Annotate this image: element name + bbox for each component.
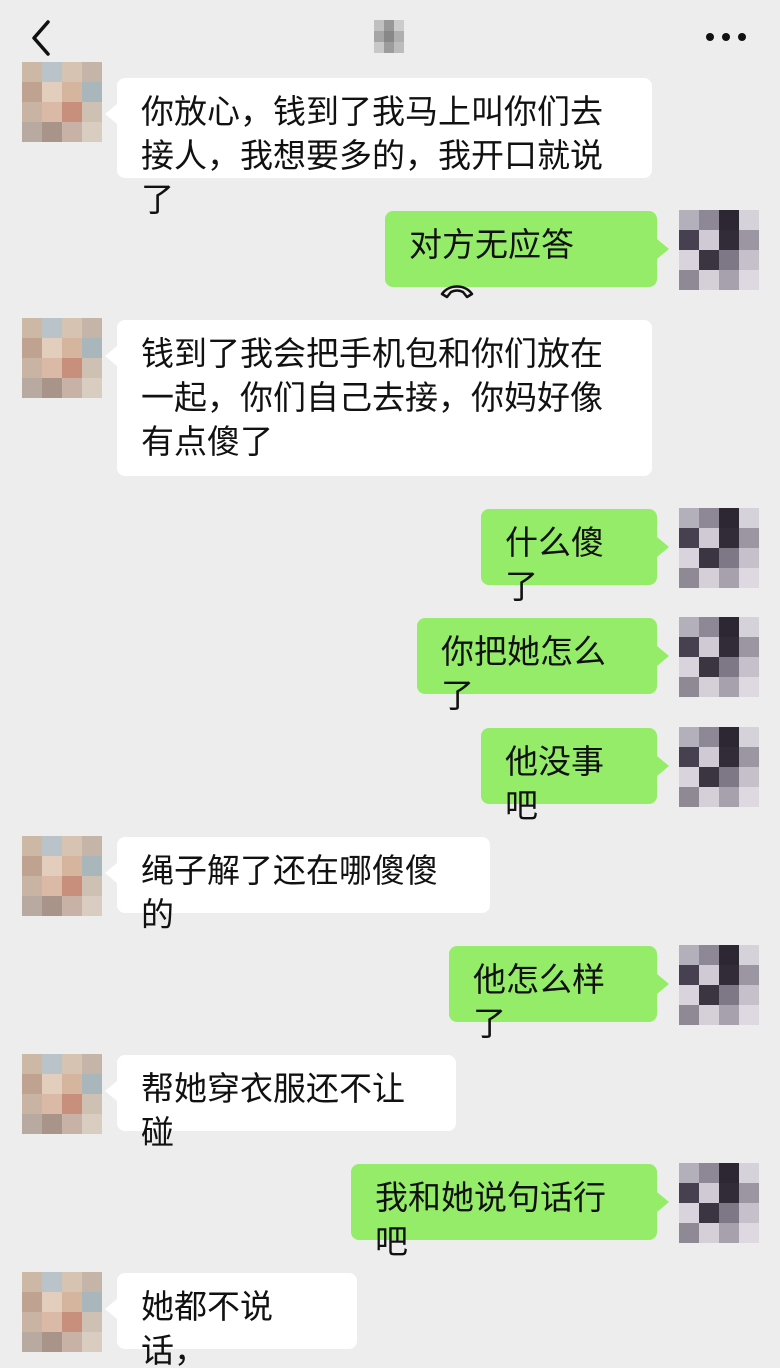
outgoing-message-bubble[interactable]: 他怎么样了 (449, 946, 669, 1043)
contact-avatar[interactable] (22, 836, 102, 916)
chat-header (0, 0, 780, 78)
incoming-message-bubble[interactable]: 钱到了我会把手机包和你们放在一起，你们自己去接，你妈好像有点傻了 (105, 320, 652, 476)
hangup-phone-icon (440, 284, 474, 298)
chat-title-blurred (374, 20, 404, 53)
contact-avatar[interactable] (22, 318, 102, 398)
call-status-text: 对方无应答 (409, 225, 574, 264)
incoming-message-bubble[interactable]: 绳子解了还在哪傻傻的 (105, 837, 490, 934)
self-avatar[interactable] (679, 1163, 759, 1243)
self-avatar[interactable] (679, 508, 759, 588)
incoming-message-bubble[interactable]: 她都不说话， (105, 1273, 357, 1368)
self-avatar[interactable] (679, 617, 759, 697)
outgoing-message-bubble[interactable]: 什么傻了 (481, 509, 669, 606)
self-avatar[interactable] (679, 945, 759, 1025)
chevron-left-icon[interactable] (22, 16, 62, 60)
contact-avatar[interactable] (22, 1054, 102, 1134)
outgoing-call-bubble[interactable]: 对方无应答 (385, 211, 669, 298)
contact-avatar[interactable] (22, 1272, 102, 1352)
incoming-message-bubble[interactable]: 帮她穿衣服还不让碰 (105, 1055, 456, 1152)
contact-avatar[interactable] (22, 62, 102, 142)
self-avatar[interactable] (679, 727, 759, 807)
outgoing-message-bubble[interactable]: 我和她说句话行吧 (351, 1164, 669, 1261)
outgoing-message-bubble[interactable]: 你把她怎么了 (417, 618, 669, 715)
self-avatar[interactable] (679, 210, 759, 290)
outgoing-message-bubble[interactable]: 他没事吧 (481, 728, 669, 825)
more-dots-icon[interactable] (700, 22, 752, 52)
incoming-message-bubble[interactable]: 你放心，钱到了我马上叫你们去接人，我想要多的，我开口就说了 (105, 78, 652, 219)
